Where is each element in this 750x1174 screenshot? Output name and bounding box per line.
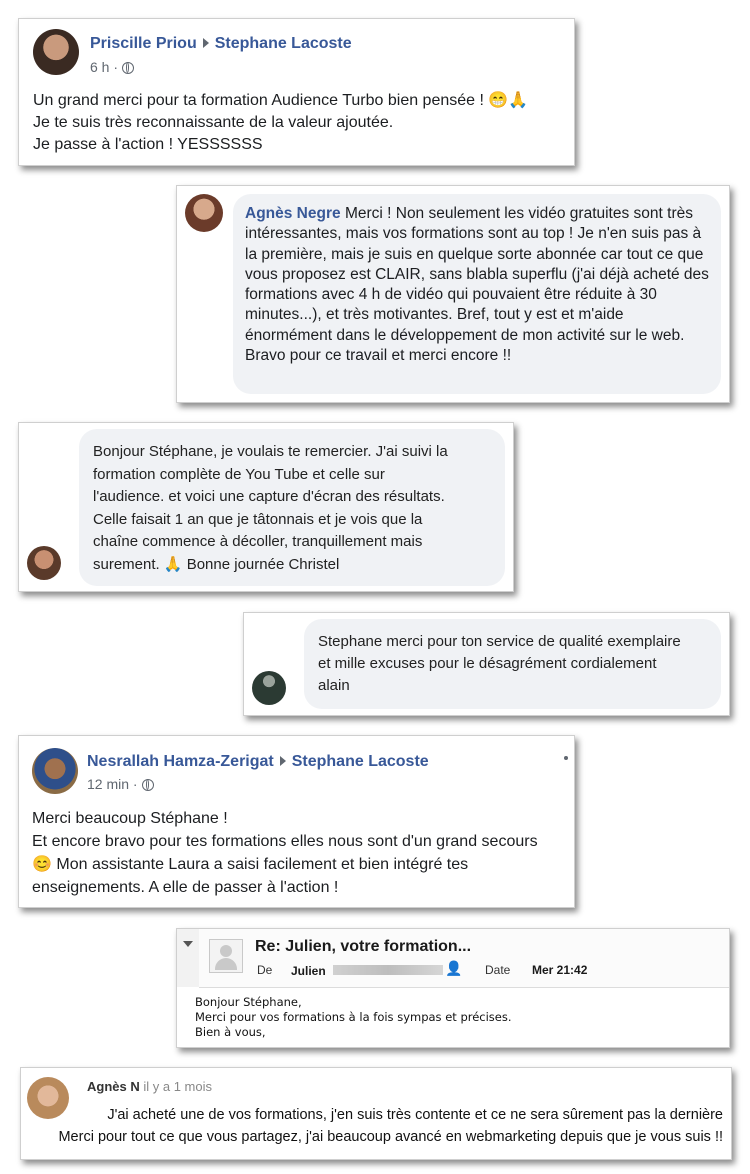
comment-line: chaîne commence à décoller, tranquilleme… [93,533,423,551]
email-line: Bonjour Stéphane, [195,995,302,1009]
redacted-address [333,965,443,975]
date-label: Date [485,963,511,977]
email-line: Bien à vous, [195,1025,266,1039]
collapse-column [177,929,200,987]
author-name[interactable]: Nesrallah Hamza-Zerigat [87,753,274,770]
comment-line: surement. 🙏 Bonne journée Christel [93,555,340,573]
post-header: Nesrallah Hamza-Zerigat Stephane Lacoste [87,753,429,771]
avatar[interactable] [252,671,286,705]
post-body: Un grand merci pour ta formation Audienc… [33,90,568,156]
target-name[interactable]: Stephane Lacoste [292,753,429,770]
avatar[interactable] [185,194,223,232]
sender-name[interactable]: Julien [291,964,326,978]
email-date: Mer 21:42 [532,963,588,977]
comment-line: formation complète de You Tube et celle … [93,465,385,483]
email-body: Bonjour Stéphane, Merci pour vos formati… [195,995,512,1040]
comment-bubble: Stephane merci pour ton service de quali… [304,619,721,709]
testimonial-post-nesrallah: Nesrallah Hamza-Zerigat Stephane Lacoste … [18,735,575,908]
target-name[interactable]: Stephane Lacoste [215,35,352,52]
review-author[interactable]: Agnès N [87,1079,140,1094]
review-time: il y a 1 mois [143,1079,212,1094]
testimonial-review-agnes-n: Agnès N il y a 1 mois J'ai acheté une de… [20,1067,732,1160]
post-line: 😊 Mon assistante Laura a saisi facilemen… [32,856,469,873]
review-line: J'ai acheté une de vos formations, j'en … [107,1107,723,1123]
post-header: Priscille Priou Stephane Lacoste [90,35,352,53]
comment-line: l'audience. et voici une capture d'écran… [93,488,445,506]
comment-author[interactable]: Agnès Negre [245,205,341,222]
globe-icon [122,62,135,75]
avatar[interactable] [33,29,79,75]
post-line: Un grand merci pour ta formation Audienc… [33,92,529,109]
more-options-icon[interactable] [564,756,568,760]
from-label: De [257,963,273,977]
collapse-triangle-icon[interactable] [183,941,193,947]
testimonial-comment-christel: Bonjour Stéphane, je voulais te remercie… [18,422,514,592]
globe-icon [141,779,154,792]
comment-line: Celle faisait 1 an que je tâtonnais et j… [93,510,423,528]
post-timestamp: 6 h · [90,59,135,75]
review-body: J'ai acheté une de vos formations, j'en … [33,1104,723,1148]
email-line: Merci pour vos formations à la fois symp… [195,1010,512,1024]
post-line: Je te suis très reconnaissante de la val… [33,114,394,131]
email-subject[interactable]: Re: Julien, votre formation... [255,938,471,956]
author-name[interactable]: Priscille Priou [90,35,197,52]
comment-line: Bonjour Stéphane, je voulais te remercie… [93,443,448,460]
comment-bubble: Agnès Negre Merci ! Non seulement les vi… [233,194,721,394]
arrow-right-icon [202,38,209,49]
avatar[interactable] [27,546,61,580]
arrow-right-icon [279,756,286,767]
add-contact-icon[interactable]: 👤 [445,960,462,977]
comment-text: Merci ! Non seulement les vidéo gratuite… [245,205,709,365]
comment-line: alain [318,677,350,694]
comment-bubble: Bonjour Stéphane, je voulais te remercie… [79,429,505,586]
comment-line: et mille excuses pour le désagrément cor… [318,655,657,672]
testimonial-comment-agnes-negre: Agnès Negre Merci ! Non seulement les vi… [176,185,730,403]
avatar[interactable] [32,748,78,794]
time-label[interactable]: 12 min · [87,776,138,792]
post-line: Et encore bravo pour tes formations elle… [32,833,538,850]
post-line: enseignements. A elle de passer à l'acti… [32,879,339,896]
comment-line: Stephane merci pour ton service de quali… [318,633,681,650]
testimonial-comment-alain: Stephane merci pour ton service de quali… [243,612,730,716]
testimonial-email-julien: Re: Julien, votre formation... De Julien… [176,928,730,1048]
review-header: Agnès N il y a 1 mois [87,1079,212,1094]
review-line: Merci pour tout ce que vous partagez, j'… [58,1129,723,1145]
post-line: Merci beaucoup Stéphane ! [32,810,228,827]
contact-placeholder-icon [209,939,243,973]
email-header: Re: Julien, votre formation... De Julien… [199,929,729,988]
time-label[interactable]: 6 h · [90,59,118,75]
post-body: Merci beaucoup Stéphane ! Et encore brav… [32,807,572,899]
post-line: Je passe à l'action ! YESSSSSS [33,136,263,153]
post-timestamp: 12 min · [87,776,154,792]
testimonial-post-priscille: Priscille Priou Stephane Lacoste 6 h · Un… [18,18,575,166]
